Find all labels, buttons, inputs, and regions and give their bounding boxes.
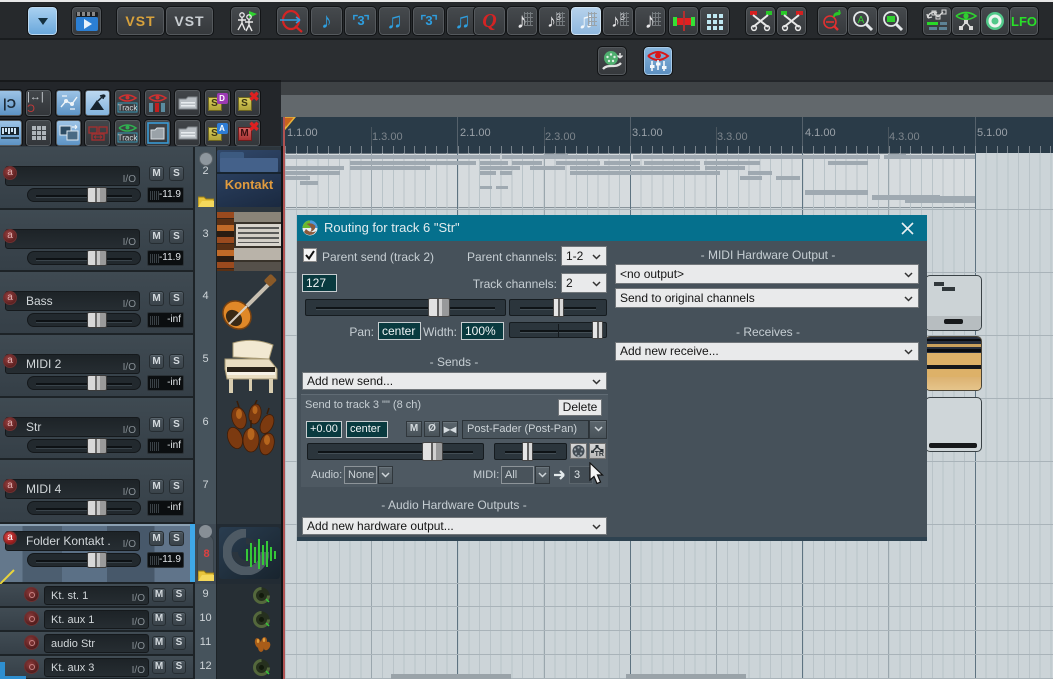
svg-text:Track: Track [118, 104, 138, 113]
svg-text:A: A [857, 15, 864, 26]
svg-text:Track: Track [118, 134, 138, 143]
